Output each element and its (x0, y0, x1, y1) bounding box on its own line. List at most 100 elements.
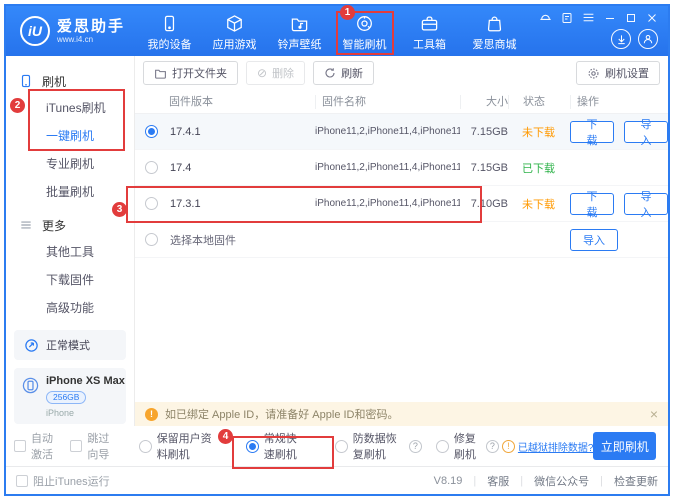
feedback-icon[interactable] (561, 12, 573, 24)
wechat-link[interactable]: 微信公众号 (534, 473, 589, 489)
sidebar-section-more[interactable]: 更多 (6, 212, 134, 238)
firmware-size: 7.10GB (470, 197, 508, 210)
column-name: 固件名称 (315, 94, 460, 109)
notice-text: 如已绑定 Apple ID，请准备好 Apple ID和密码。 (165, 409, 399, 421)
header-quick-buttons (611, 29, 658, 49)
notice-close-icon[interactable]: × (650, 407, 658, 421)
folder-icon (154, 67, 167, 80)
anti-data-recovery-radio[interactable]: 防数据恢复刷机 (334, 430, 404, 462)
normal-mode-icon (24, 338, 39, 353)
firmware-version: 17.3.1 (170, 197, 201, 210)
nav-ringtones-wallpapers[interactable]: 铃声壁纸 (267, 12, 332, 56)
refresh-button[interactable]: 刷新 (313, 61, 375, 85)
device-icon (160, 12, 179, 33)
apple-id-notice: ! 如已绑定 Apple ID，请准备好 Apple ID和密码。 × (135, 402, 668, 426)
connected-device-card[interactable]: iPhone XS Max 256GB iPhone (14, 368, 126, 424)
firmware-size: 7.15GB (470, 125, 508, 138)
device-capacity-badge: 256GB (46, 391, 87, 404)
more-list-icon (19, 218, 33, 232)
repair-flash-radio[interactable]: 修复刷机 (435, 430, 481, 462)
check-update-link[interactable]: 检查更新 (614, 473, 658, 489)
nav-label: 我的设备 (147, 39, 192, 51)
firmware-version: 17.4.1 (170, 125, 201, 138)
firmware-row-17-4: 17.4 iPhone11,2,iPhone11,4,iPhone11,6_17… (135, 150, 668, 186)
window-controls (539, 11, 658, 24)
block-itunes-checkbox[interactable]: 阻止iTunes运行 (16, 473, 110, 489)
device-name: iPhone XS Max (46, 375, 125, 387)
sidebar: 刷机 iTunes刷机 一键刷机 专业刷机 批量刷机 更多 其他工具 下载固件 … (6, 56, 135, 426)
theme-icon[interactable] (539, 11, 552, 24)
firmware-name: iPhone11,2,iPhone11,4,iPhone11,6_17.3.1.… (315, 198, 460, 209)
firmware-status: 已下载 (522, 162, 555, 175)
nav-smart-flash[interactable]: 智能刷机 (332, 12, 397, 56)
checkbox-icon (14, 440, 26, 452)
flash-options-bar: 自动激活 跳过向导 保留用户资料刷机 常规快速刷机 防数据恢复刷机 ? 修复刷机… (6, 426, 668, 466)
nav-my-device[interactable]: 我的设备 (137, 12, 202, 56)
nav-apps-games[interactable]: 应用游戏 (202, 12, 267, 56)
sidebar-item-download-firmware[interactable]: 下载固件 (6, 266, 134, 294)
quick-flash-radio[interactable]: 常规快速刷机 (245, 430, 307, 462)
download-button[interactable]: 下载 (570, 191, 614, 219)
firmware-status: 未下载 (522, 198, 555, 211)
flash-now-button[interactable]: 立即刷机 (593, 432, 656, 460)
firmware-table-header: 固件版本 固件名称 大小 状态 操作 (135, 90, 668, 114)
nav-store[interactable]: 爱思商城 (462, 12, 527, 56)
local-firmware-row: 选择本地固件 导入 (135, 222, 668, 258)
skip-setup-checkbox[interactable]: 跳过向导 (70, 430, 114, 462)
sidebar-item-onekey-flash[interactable]: 一键刷机 (6, 122, 134, 150)
device-mode-card: 正常模式 (14, 330, 126, 360)
firmware-row-17-3-1: 17.3.1 iPhone11,2,iPhone11,4,iPhone11,6_… (135, 186, 668, 222)
firmware-radio[interactable] (145, 161, 158, 174)
import-local-button[interactable]: 导入 (570, 228, 618, 251)
firmware-radio[interactable] (145, 125, 158, 138)
firmware-radio[interactable] (145, 197, 158, 210)
local-firmware-label: 选择本地固件 (170, 234, 236, 247)
sidebar-item-itunes-flash[interactable]: iTunes刷机 (6, 94, 134, 122)
iphone-icon (22, 377, 39, 394)
close-button[interactable] (646, 12, 658, 24)
menu-icon[interactable] (582, 11, 595, 24)
sidebar-item-batch-flash[interactable]: 批量刷机 (6, 178, 134, 206)
delete-button[interactable]: ⊘ 删除 (246, 61, 306, 85)
info-icon: ! (501, 439, 515, 453)
firmware-name: iPhone11,2,iPhone11,4,iPhone11,6_17.4_2.… (315, 162, 460, 173)
jailbreak-help-link[interactable]: 已越狱排除数据? (518, 439, 594, 454)
import-button[interactable]: 导入 (624, 191, 668, 219)
app-version: V8.19 (433, 474, 463, 487)
sidebar-section-flash[interactable]: 刷机 (6, 68, 134, 94)
column-size: 大小 (460, 94, 508, 109)
import-button[interactable]: 导入 (624, 119, 668, 147)
help-icon[interactable]: ? (485, 439, 499, 453)
download-manager-icon[interactable] (611, 29, 631, 49)
header-bar: iU 爱思助手 www.i4.cn 我的设备 应用游戏 铃声壁纸 智能刷机 工具… (6, 6, 668, 56)
gear-icon (587, 67, 600, 80)
sidebar-section-title: 刷机 (42, 74, 67, 89)
support-link[interactable]: 客服 (487, 473, 509, 489)
local-firmware-radio[interactable] (145, 233, 158, 246)
nav-label: 爱思商城 (472, 39, 517, 51)
account-icon[interactable] (638, 29, 658, 49)
delete-icon: ⊘ (257, 66, 268, 80)
firmware-status: 未下载 (522, 126, 555, 139)
nav-label: 铃声壁纸 (277, 39, 322, 51)
refresh-icon (324, 67, 336, 79)
nav-label: 智能刷机 (342, 39, 387, 51)
sidebar-item-advanced[interactable]: 高级功能 (6, 294, 134, 322)
flash-phone-icon (19, 74, 33, 88)
help-icon[interactable]: ? (408, 439, 422, 453)
nav-toolbox[interactable]: 工具箱 (397, 12, 462, 56)
checkbox-icon (70, 440, 83, 452)
keep-user-data-radio[interactable]: 保留用户资料刷机 (138, 430, 216, 462)
toolbox-icon (420, 12, 439, 33)
minimize-button[interactable] (604, 12, 616, 24)
main-nav: 我的设备 应用游戏 铃声壁纸 智能刷机 工具箱 爱思商城 (137, 6, 527, 56)
sidebar-item-other-tools[interactable]: 其他工具 (6, 238, 134, 266)
status-bar: 阻止iTunes运行 V8.19 | 客服 | 微信公众号 | 检查更新 (6, 466, 668, 494)
sidebar-item-pro-flash[interactable]: 专业刷机 (6, 150, 134, 178)
open-folder-button[interactable]: 打开文件夹 (143, 61, 238, 85)
flash-settings-button[interactable]: 刷机设置 (576, 61, 660, 85)
firmware-size: 7.15GB (470, 161, 508, 174)
maximize-button[interactable] (625, 12, 637, 24)
auto-activate-checkbox[interactable]: 自动激活 (14, 430, 58, 462)
download-button[interactable]: 下载 (570, 119, 614, 147)
